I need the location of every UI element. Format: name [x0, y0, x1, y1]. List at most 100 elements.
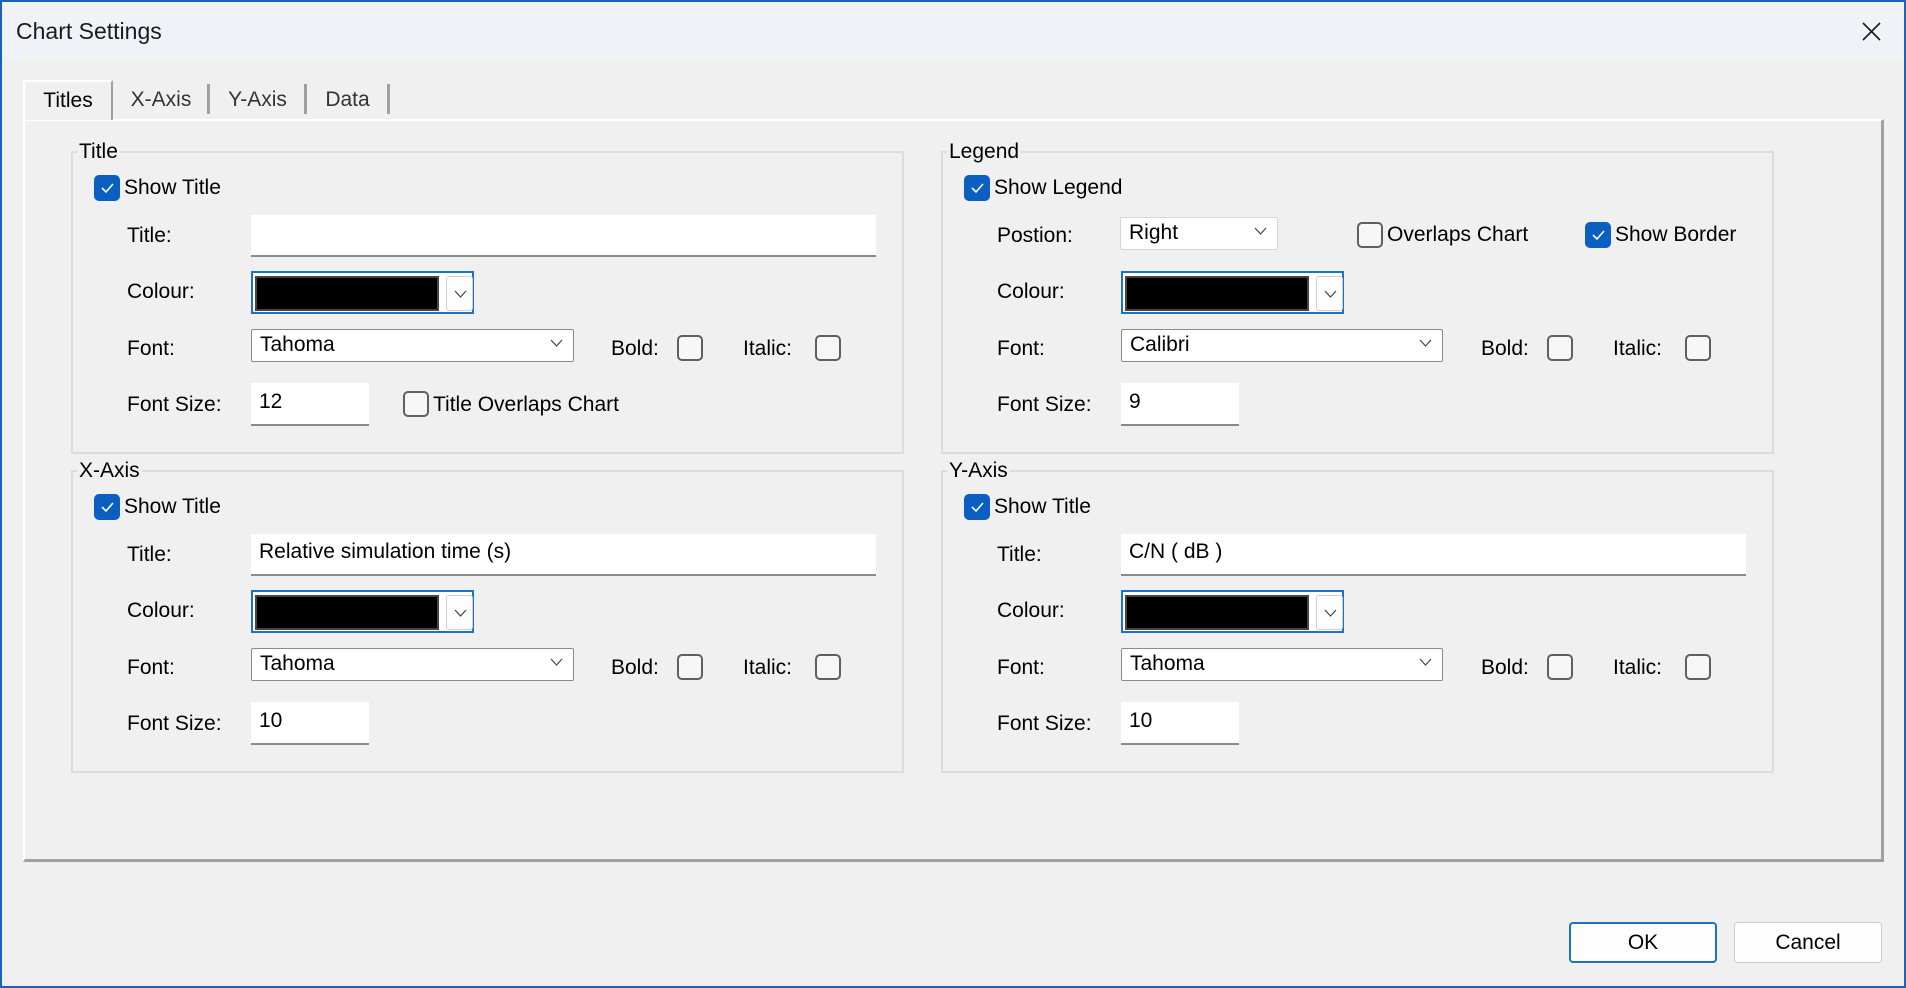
- y-axis-font-size-input[interactable]: [1121, 702, 1239, 745]
- x-axis-bold-label: Bold:: [611, 656, 659, 679]
- legend-group-label: Legend: [947, 140, 1022, 164]
- title-bold-label: Bold:: [611, 337, 659, 360]
- tab-titles[interactable]: Titles: [23, 80, 113, 120]
- legend-bold-label: Bold:: [1481, 337, 1529, 360]
- colour-swatch: [1125, 595, 1309, 630]
- chevron-down-icon: [1324, 609, 1337, 617]
- colour-dropdown-button[interactable]: [446, 276, 473, 311]
- legend-colour-picker[interactable]: [1121, 271, 1344, 314]
- y-axis-bold-label: Bold:: [1481, 656, 1529, 679]
- x-axis-italic-checkbox[interactable]: [815, 654, 841, 680]
- chevron-down-icon: [550, 339, 563, 347]
- legend-font-size-label: Font Size:: [997, 393, 1092, 416]
- colour-swatch: [255, 595, 439, 630]
- chevron-down-icon: [454, 290, 467, 298]
- x-axis-colour-picker[interactable]: [251, 590, 474, 633]
- tab-data[interactable]: Data: [307, 82, 388, 118]
- chevron-down-icon: [1324, 290, 1337, 298]
- y-axis-font-value: Tahoma: [1130, 652, 1205, 675]
- x-axis-title-label: Title:: [127, 543, 172, 566]
- legend-position-value: Right: [1129, 221, 1179, 244]
- chevron-down-icon: [1419, 658, 1432, 666]
- legend-overlaps-chart-checkbox[interactable]: [1357, 222, 1383, 248]
- y-axis-colour-picker[interactable]: [1121, 590, 1344, 633]
- window-title: Chart Settings: [16, 18, 162, 44]
- y-axis-colour-label: Colour:: [997, 599, 1065, 622]
- title-italic-checkbox[interactable]: [815, 335, 841, 361]
- x-axis-colour-label: Colour:: [127, 599, 195, 622]
- title-overlaps-chart-checkbox[interactable]: [403, 391, 429, 417]
- cancel-button[interactable]: Cancel: [1734, 922, 1882, 963]
- chevron-down-icon: [454, 609, 467, 617]
- colour-dropdown-button[interactable]: [1316, 276, 1343, 311]
- close-button[interactable]: [1848, 10, 1894, 52]
- y-axis-font-select[interactable]: Tahoma: [1121, 648, 1443, 681]
- x-axis-show-title-label: Show Title: [124, 495, 221, 518]
- colour-dropdown-button[interactable]: [1316, 595, 1343, 630]
- close-icon: [1861, 21, 1881, 41]
- title-bold-checkbox[interactable]: [677, 335, 703, 361]
- title-font-select[interactable]: Tahoma: [251, 329, 574, 362]
- ok-button[interactable]: OK: [1569, 922, 1717, 963]
- legend-show-border-checkbox[interactable]: [1585, 222, 1611, 248]
- x-axis-title-input[interactable]: [251, 534, 876, 576]
- y-axis-show-title-label: Show Title: [994, 495, 1091, 518]
- legend-font-label: Font:: [997, 337, 1045, 360]
- legend-italic-label: Italic:: [1613, 337, 1663, 360]
- ok-button-label: OK: [1627, 930, 1659, 954]
- title-font-size-input[interactable]: [251, 383, 369, 426]
- tab-x-axis[interactable]: X-Axis: [114, 82, 208, 118]
- legend-bold-checkbox[interactable]: [1547, 335, 1573, 361]
- cancel-button-label: Cancel: [1775, 930, 1841, 954]
- y-axis-show-title-checkbox[interactable]: [964, 494, 990, 520]
- checkmark-icon: [101, 502, 114, 513]
- y-axis-italic-label: Italic:: [1613, 656, 1663, 679]
- legend-show-legend-label: Show Legend: [994, 176, 1123, 199]
- legend-font-select[interactable]: Calibri: [1121, 329, 1443, 362]
- x-axis-show-title-checkbox[interactable]: [94, 494, 120, 520]
- tab-y-axis[interactable]: Y-Axis: [210, 82, 305, 118]
- tab-separator: [387, 84, 390, 114]
- title-group-label: Title: [77, 140, 120, 164]
- legend-show-legend-checkbox[interactable]: [964, 175, 990, 201]
- checkmark-icon: [101, 183, 114, 194]
- legend-overlaps-chart-label: Overlaps Chart: [1387, 223, 1529, 246]
- legend-colour-label: Colour:: [997, 280, 1065, 303]
- chevron-down-icon: [550, 658, 563, 666]
- title-font-label: Font:: [127, 337, 175, 360]
- tab-y-axis-label: Y-Axis: [228, 88, 287, 111]
- y-axis-bold-checkbox[interactable]: [1547, 654, 1573, 680]
- tab-data-label: Data: [325, 88, 370, 111]
- legend-font-value: Calibri: [1130, 333, 1190, 356]
- y-axis-title-label: Title:: [997, 543, 1042, 566]
- x-axis-font-size-input[interactable]: [251, 702, 369, 745]
- title-italic-label: Italic:: [743, 337, 793, 360]
- legend-italic-checkbox[interactable]: [1685, 335, 1711, 361]
- title-show-title-label: Show Title: [124, 176, 221, 199]
- title-title-label: Title:: [127, 224, 172, 247]
- y-axis-title-input[interactable]: [1121, 534, 1746, 576]
- legend-font-size-input[interactable]: [1121, 383, 1239, 426]
- checkmark-icon: [1592, 230, 1605, 241]
- colour-dropdown-button[interactable]: [446, 595, 473, 630]
- y-axis-font-size-label: Font Size:: [997, 712, 1092, 735]
- x-axis-font-select[interactable]: Tahoma: [251, 648, 574, 681]
- y-axis-group-label: Y-Axis: [947, 459, 1010, 483]
- y-axis-font-label: Font:: [997, 656, 1045, 679]
- title-overlaps-chart-label: Title Overlaps Chart: [433, 393, 619, 416]
- checkmark-icon: [971, 502, 984, 513]
- tab-titles-label: Titles: [43, 89, 93, 112]
- title-colour-picker[interactable]: [251, 271, 474, 314]
- title-font-value: Tahoma: [260, 333, 335, 356]
- chevron-down-icon: [1419, 339, 1432, 347]
- x-axis-bold-checkbox[interactable]: [677, 654, 703, 680]
- title-show-title-checkbox[interactable]: [94, 175, 120, 201]
- legend-position-select[interactable]: Right: [1120, 217, 1278, 250]
- x-axis-italic-label: Italic:: [743, 656, 793, 679]
- title-title-input[interactable]: [251, 215, 876, 257]
- x-axis-font-label: Font:: [127, 656, 175, 679]
- x-axis-font-size-label: Font Size:: [127, 712, 222, 735]
- y-axis-italic-checkbox[interactable]: [1685, 654, 1711, 680]
- legend-position-label: Postion:: [997, 224, 1073, 247]
- colour-swatch: [255, 276, 439, 311]
